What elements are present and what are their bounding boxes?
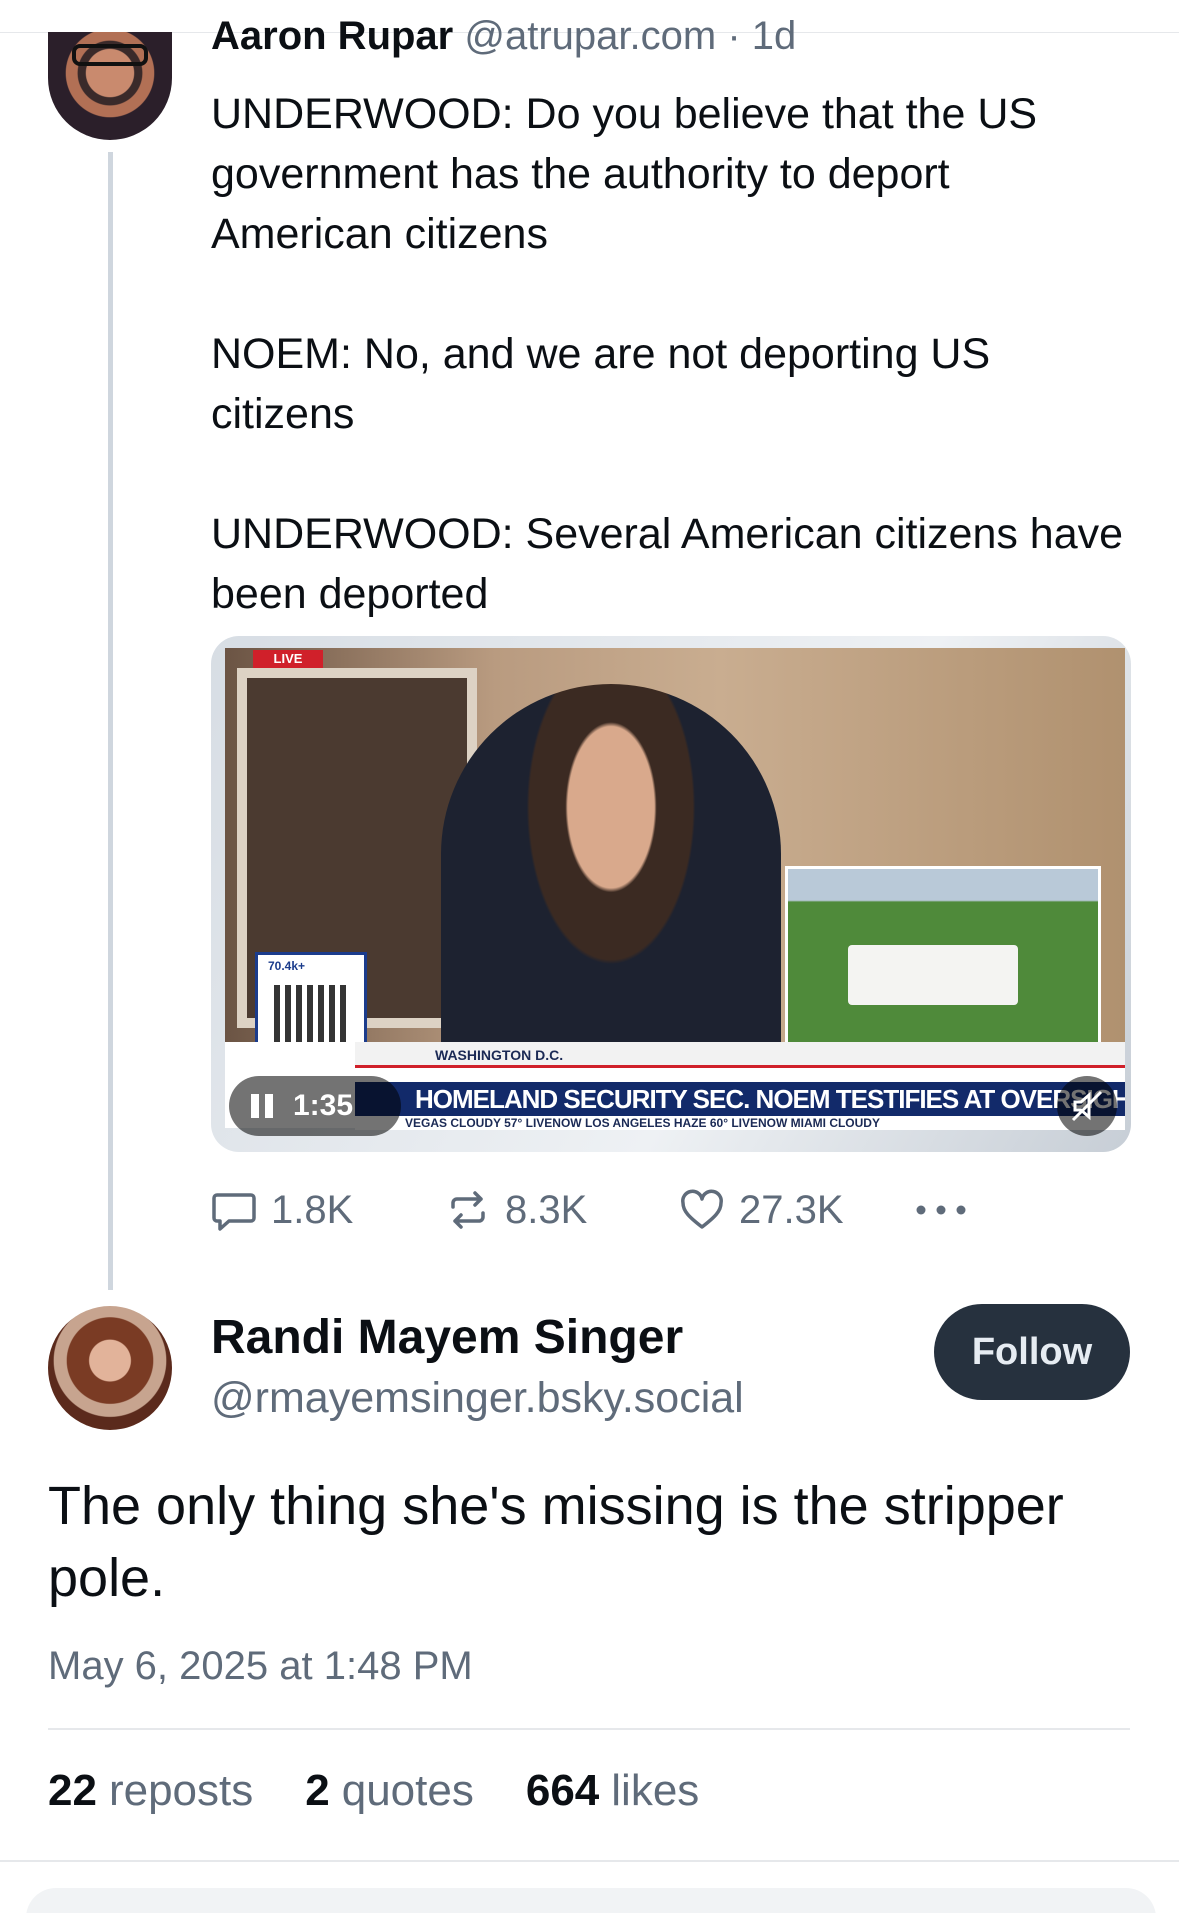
speaker-muted-icon — [1071, 1090, 1103, 1122]
avatar[interactable] — [48, 1306, 172, 1430]
reply-icon — [212, 1193, 256, 1231]
video-play-toggle[interactable]: 1:35 — [229, 1076, 401, 1136]
ticker-crawl: VEGAS CLOUDY 57° LIVENOW LOS ANGELES HAZ… — [355, 1116, 1125, 1130]
live-badge: LIVE — [253, 650, 323, 668]
pause-icon — [251, 1094, 275, 1118]
likes-count: 664 — [525, 1766, 600, 1815]
reposts-count: 22 — [48, 1766, 97, 1815]
likes-stat[interactable]: 664 likes — [526, 1766, 699, 1826]
ticker-headline: HOMELAND SECURITY SEC. NOEM TESTIFIES AT… — [355, 1082, 1125, 1116]
avatar[interactable] — [48, 32, 172, 140]
author-handle[interactable]: @atrupar.com — [464, 14, 716, 58]
likes-label: likes — [611, 1766, 700, 1815]
reply-composer[interactable] — [26, 1888, 1156, 1913]
video-player[interactable]: LIVE 70.4k+ WASHINGTON D.C. HOMELAND SEC… — [211, 636, 1131, 1152]
repost-count: 8.3K — [505, 1187, 588, 1232]
parent-post-actions: 1.8K 8.3K 27.3K — [211, 1180, 1031, 1240]
post-stats: 22 reposts 2 quotes 664 likes — [48, 1766, 699, 1826]
qr-label: 70.4k+ — [268, 959, 306, 973]
quotes-stat[interactable]: 2 quotes — [305, 1766, 474, 1826]
qr-code-pattern — [274, 985, 348, 1049]
ticker-location: WASHINGTON D.C. — [355, 1042, 1125, 1068]
reposts-label: reposts — [108, 1766, 254, 1815]
mute-button[interactable] — [1057, 1076, 1117, 1136]
repost-icon — [451, 1191, 485, 1229]
heart-icon — [681, 1189, 723, 1229]
quotes-count: 2 — [305, 1766, 330, 1815]
repost-button[interactable]: 8.3K — [445, 1180, 587, 1240]
divider — [48, 1728, 1130, 1730]
parent-post-text: UNDERWOOD: Do you believe that the US go… — [211, 90, 1124, 618]
glasses-detail — [72, 44, 148, 66]
like-count: 27.3K — [739, 1187, 844, 1232]
reply-count: 1.8K — [271, 1187, 354, 1232]
author-handle[interactable]: @rmayemsinger.bsky.social — [211, 1374, 744, 1423]
follow-button[interactable]: Follow — [934, 1304, 1130, 1400]
reply-button[interactable]: 1.8K — [211, 1180, 353, 1240]
divider — [0, 1860, 1179, 1862]
quotes-label: quotes — [341, 1766, 474, 1815]
post-timestamp: May 6, 2025 at 1:48 PM — [48, 1644, 473, 1688]
separator-dot: · — [727, 14, 741, 58]
reposts-stat[interactable]: 22 reposts — [48, 1766, 253, 1826]
like-button[interactable]: 27.3K — [679, 1180, 844, 1240]
white-house-image — [848, 945, 1018, 1005]
more-dots-icon — [916, 1205, 966, 1215]
author-name[interactable]: Aaron Rupar — [211, 14, 453, 58]
more-options-button[interactable] — [911, 1180, 985, 1240]
parent-post-header: Aaron Rupar @atrupar.com · 1d — [211, 14, 796, 64]
video-inset — [785, 866, 1101, 1046]
parent-post[interactable]: Aaron Rupar @atrupar.com · 1d UNDERWOOD:… — [0, 0, 1179, 1300]
thread-line — [108, 152, 113, 1290]
post-text: The only thing she's missing is the stri… — [48, 1476, 1064, 1608]
author-name[interactable]: Randi Mayem Singer — [211, 1310, 683, 1365]
post-age: 1d — [751, 14, 797, 58]
video-time: 1:35 — [293, 1089, 354, 1122]
